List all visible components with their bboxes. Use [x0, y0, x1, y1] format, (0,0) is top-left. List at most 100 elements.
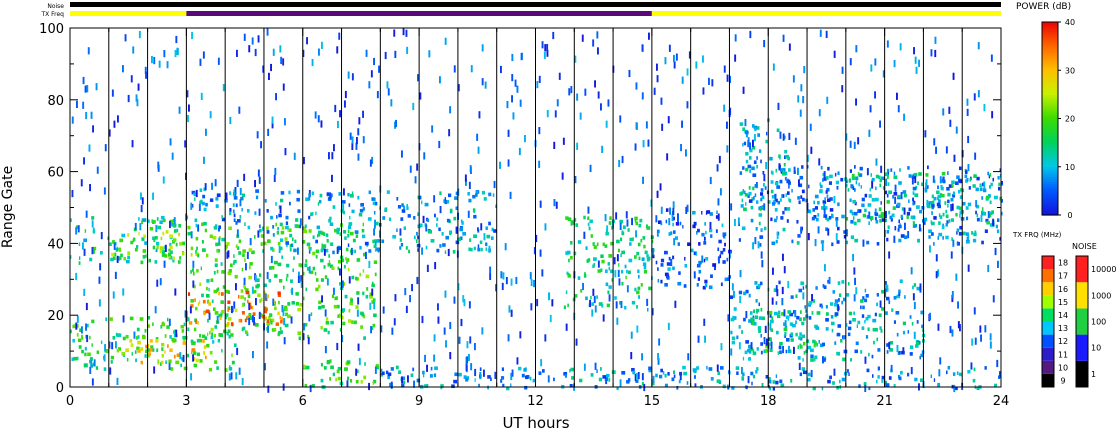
echo-cell: [71, 190, 74, 198]
echo-cell: [270, 266, 275, 270]
echo-cell: [91, 247, 94, 255]
echo-cell: [992, 295, 995, 303]
echo-cell: [773, 218, 777, 223]
echo-cell: [84, 229, 87, 233]
echo-cell: [976, 217, 980, 222]
echo-cell: [507, 334, 510, 342]
echo-cell: [468, 181, 471, 189]
echo-cell: [762, 316, 765, 321]
echo-cell: [711, 79, 714, 87]
echo-cell: [448, 193, 452, 198]
echo-cell: [694, 383, 697, 387]
echo-cell: [896, 332, 899, 337]
echo-cell: [248, 317, 251, 326]
echo-cell: [838, 298, 840, 302]
echo-cell: [885, 210, 887, 219]
echo-cell: [571, 376, 574, 380]
echo-cell: [835, 180, 839, 185]
echo-cell: [660, 258, 665, 263]
echo-cell: [802, 286, 805, 290]
echo-cell: [161, 253, 166, 257]
echo-cell: [467, 210, 470, 218]
echo-cell: [698, 269, 702, 274]
echo-cell: [299, 218, 302, 226]
echo-cell: [787, 156, 790, 161]
echo-cell: [703, 318, 706, 326]
noise-colorbar-cell: [1076, 282, 1088, 309]
echo-cell: [945, 146, 948, 154]
echo-cell: [755, 227, 758, 231]
echo-cell: [630, 352, 633, 360]
echo-cell: [820, 240, 825, 244]
echo-cell: [241, 378, 244, 386]
echo-cell: [914, 175, 917, 184]
echo-cell: [761, 195, 765, 200]
echo-cell: [958, 206, 962, 211]
echo-cell: [292, 237, 294, 242]
echo-cell: [579, 378, 583, 383]
echo-cell: [424, 354, 426, 362]
echo-cell: [897, 105, 900, 113]
echo-cell: [817, 200, 820, 205]
echo-cell: [219, 333, 223, 337]
echo-cell: [890, 168, 893, 172]
echo-cell: [989, 333, 992, 341]
echo-cell: [675, 222, 680, 226]
echo-cell: [698, 242, 701, 246]
echo-cell: [275, 93, 277, 101]
echo-cell: [568, 273, 570, 277]
x-tick-label: 0: [66, 394, 74, 409]
echo-cell: [837, 281, 841, 285]
echo-cell: [881, 290, 885, 294]
echo-cell: [686, 101, 689, 109]
echo-cell: [173, 217, 176, 225]
echo-cell: [96, 350, 99, 355]
echo-cell: [485, 247, 488, 251]
echo-cell: [193, 351, 197, 355]
echo-cell: [880, 214, 884, 219]
echo-cell: [483, 369, 485, 377]
echo-cell: [875, 220, 879, 224]
echo-cell: [400, 242, 404, 247]
echo-cell: [821, 243, 824, 252]
echo-cell: [182, 354, 185, 363]
echo-cell: [151, 56, 153, 64]
echo-cell: [394, 50, 397, 58]
echo-cell: [695, 252, 698, 256]
echo-cell: [983, 104, 986, 112]
echo-cell: [899, 43, 902, 51]
echo-cell: [172, 256, 175, 261]
noise-colorbar-cell: [1076, 334, 1088, 361]
echo-cell: [99, 263, 102, 271]
echo-cell: [421, 200, 423, 205]
echo-cell: [370, 326, 372, 334]
echo-cell: [931, 232, 934, 236]
echo-cell: [957, 301, 959, 309]
echo-cell: [624, 264, 627, 269]
echo-cell: [807, 377, 811, 382]
echo-cell: [797, 167, 799, 175]
echo-cell: [884, 172, 889, 176]
echo-cell: [745, 152, 749, 156]
echo-cell: [817, 226, 820, 234]
echo-cell: [197, 224, 200, 232]
echo-cell: [739, 171, 743, 175]
echo-cell: [84, 363, 88, 368]
echo-cell: [756, 200, 759, 204]
echo-cell: [217, 227, 220, 232]
echo-cell: [750, 371, 754, 376]
echo-cell: [238, 106, 241, 114]
echo-cell: [686, 68, 689, 76]
echo-cell: [255, 189, 260, 193]
echo-cell: [696, 231, 698, 235]
echo-cell: [637, 295, 640, 299]
echo-cell: [790, 338, 794, 342]
echo-cell: [500, 271, 503, 279]
echo-cell: [756, 347, 759, 351]
echo-cell: [249, 238, 252, 246]
echo-cell: [925, 182, 927, 190]
y-axis-label: Range Gate: [0, 166, 16, 248]
echo-cell: [314, 271, 317, 276]
echo-cell: [823, 358, 826, 362]
echo-cell: [605, 282, 609, 287]
